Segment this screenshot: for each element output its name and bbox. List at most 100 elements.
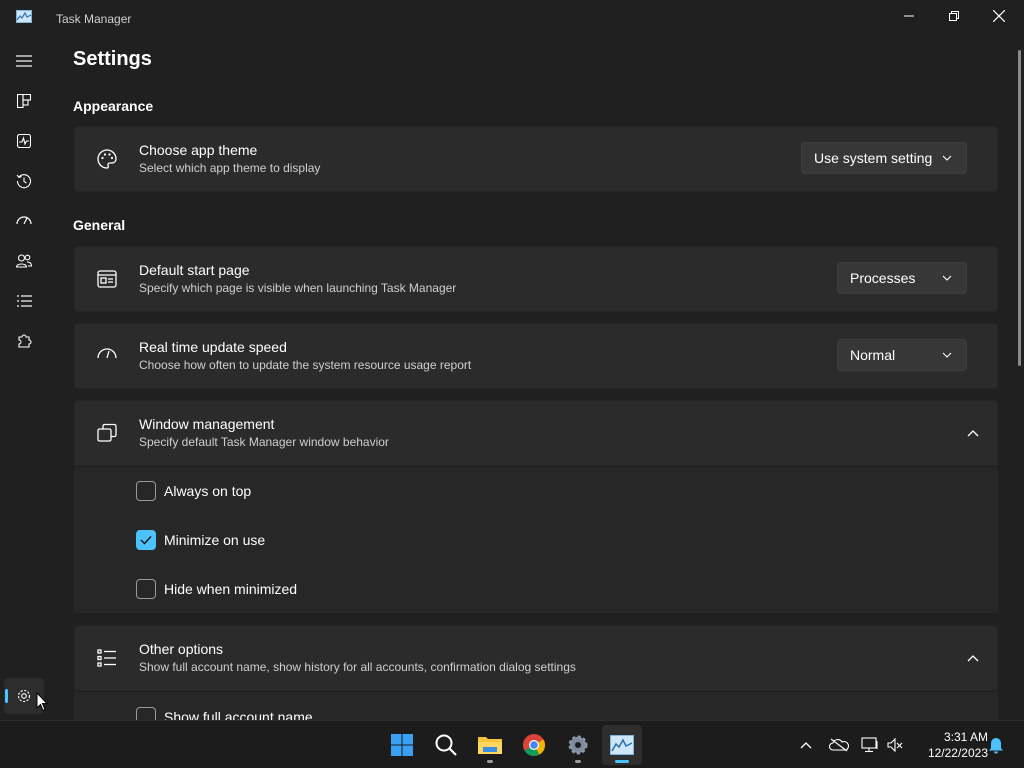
clock-date: 12/22/2023 (927, 746, 988, 760)
bell-icon (989, 737, 1003, 753)
close-button[interactable] (976, 0, 1022, 32)
search-icon (435, 734, 457, 756)
gear-icon (17, 689, 31, 703)
hide-when-minimized-checkbox[interactable] (136, 579, 156, 599)
nav-app-history[interactable] (4, 163, 44, 199)
start-button[interactable] (382, 725, 422, 765)
mouse-cursor-icon (36, 692, 48, 712)
minimize-on-use-label: Minimize on use (164, 532, 266, 548)
clock-time: 3:31 AM (943, 730, 988, 744)
file-explorer-button[interactable] (470, 725, 510, 765)
other-options-description: Show full account name, show history for… (139, 660, 576, 674)
default-start-page-dropdown[interactable]: Processes (837, 262, 967, 294)
update-speed-title: Real time update speed (139, 339, 287, 355)
show-hidden-icons-button[interactable] (796, 721, 816, 768)
minimize-on-use-checkbox[interactable] (136, 530, 156, 550)
app-theme-card: Choose app theme Select which app theme … (74, 126, 998, 192)
history-icon (16, 174, 32, 189)
chrome-button[interactable] (514, 725, 554, 765)
windows-logo-icon (391, 734, 413, 756)
chrome-icon (523, 734, 545, 756)
folder-icon (478, 737, 502, 754)
volume-tray-button[interactable] (884, 721, 906, 768)
show-full-account-name-checkbox[interactable] (136, 707, 156, 720)
task-manager-taskbar-button[interactable] (602, 725, 642, 765)
notifications-button[interactable] (986, 721, 1006, 768)
nav-selection-indicator (5, 689, 8, 703)
details-list-icon (16, 295, 32, 307)
task-manager-app-icon (16, 10, 32, 23)
always-on-top-checkbox[interactable] (136, 481, 156, 501)
hamburger-icon (16, 55, 32, 67)
taskbar: 3:31 AM 12/22/2023 (0, 720, 1024, 768)
minimize-button[interactable] (886, 0, 932, 32)
clock[interactable]: 3:31 AM 12/22/2023 (912, 729, 988, 761)
vertical-scrollbar[interactable] (1018, 50, 1021, 366)
window-management-description: Specify default Task Manager window beha… (139, 435, 389, 449)
onedrive-offline-icon (829, 738, 849, 752)
hide-when-minimized-label: Hide when minimized (164, 581, 298, 597)
app-theme-description: Select which app theme to display (139, 161, 321, 175)
window-management-collapse-button[interactable] (963, 423, 983, 443)
checklist-icon (97, 649, 116, 667)
settings-app-button[interactable] (558, 725, 598, 765)
nav-startup-apps[interactable] (4, 203, 44, 239)
performance-icon (17, 134, 31, 148)
settings-gear-icon (568, 735, 588, 755)
nav-performance[interactable] (4, 123, 44, 159)
startup-speedometer-icon (16, 216, 32, 225)
nav-processes[interactable] (4, 83, 44, 119)
hide-when-minimized-option[interactable]: Hide when minimized (136, 579, 297, 599)
speedometer-icon (97, 348, 117, 359)
other-options-list: Show full account name (74, 691, 998, 720)
window-management-icon (97, 423, 117, 442)
always-on-top-option[interactable]: Always on top (136, 481, 251, 501)
restore-button[interactable] (931, 0, 977, 32)
app-theme-title: Choose app theme (139, 142, 258, 158)
other-options-collapse-button[interactable] (963, 648, 983, 668)
other-options-title: Other options (139, 641, 224, 657)
window-management-title: Window management (139, 416, 275, 432)
services-puzzle-icon (18, 334, 32, 348)
update-speed-card: Real time update speed Choose how often … (74, 323, 998, 389)
other-options-card[interactable]: Other options Show full account name, sh… (74, 625, 998, 691)
update-speed-dropdown[interactable]: Normal (837, 339, 967, 371)
users-icon (16, 254, 32, 268)
active-indicator (615, 760, 629, 763)
window-management-card[interactable]: Window management Specify default Task M… (74, 400, 998, 466)
hamburger-menu-button[interactable] (4, 43, 44, 79)
chevron-down-icon (942, 352, 952, 358)
network-tray-button[interactable] (860, 721, 880, 768)
minimize-on-use-option[interactable]: Minimize on use (136, 530, 265, 550)
app-theme-value: Use system setting (814, 150, 933, 166)
section-title-appearance: Appearance (73, 98, 154, 114)
update-speed-value: Normal (850, 347, 896, 363)
default-start-page-description: Specify which page is visible when launc… (139, 281, 457, 295)
nav-details[interactable] (4, 283, 44, 319)
nav-services[interactable] (4, 323, 44, 359)
show-full-account-name-option[interactable]: Show full account name (136, 707, 313, 720)
default-start-page-title: Default start page (139, 262, 250, 278)
window-management-options: Always on top Minimize on use Hide when … (74, 466, 998, 613)
window-title: Task Manager (56, 12, 132, 26)
onedrive-tray-button[interactable] (828, 721, 850, 768)
app-theme-dropdown[interactable]: Use system setting (801, 142, 967, 174)
default-start-page-card: Default start page Specify which page is… (74, 246, 998, 312)
show-full-account-name-label: Show full account name (164, 709, 313, 720)
nav-users[interactable] (4, 243, 44, 279)
chevron-down-icon (942, 275, 952, 281)
network-icon (861, 737, 878, 753)
close-icon (993, 10, 1005, 22)
processes-icon (17, 94, 31, 108)
update-speed-description: Choose how often to update the system re… (139, 358, 472, 372)
chevron-up-icon (967, 430, 979, 437)
palette-icon (97, 149, 117, 169)
settings-content: Settings Appearance Choose app theme Sel… (48, 36, 1024, 720)
task-manager-icon (610, 735, 634, 755)
running-indicator (575, 760, 581, 763)
volume-muted-icon (887, 737, 903, 753)
title-bar: Task Manager (0, 0, 1024, 36)
search-button[interactable] (426, 725, 466, 765)
running-indicator (487, 760, 493, 763)
chevron-down-icon (942, 155, 952, 161)
